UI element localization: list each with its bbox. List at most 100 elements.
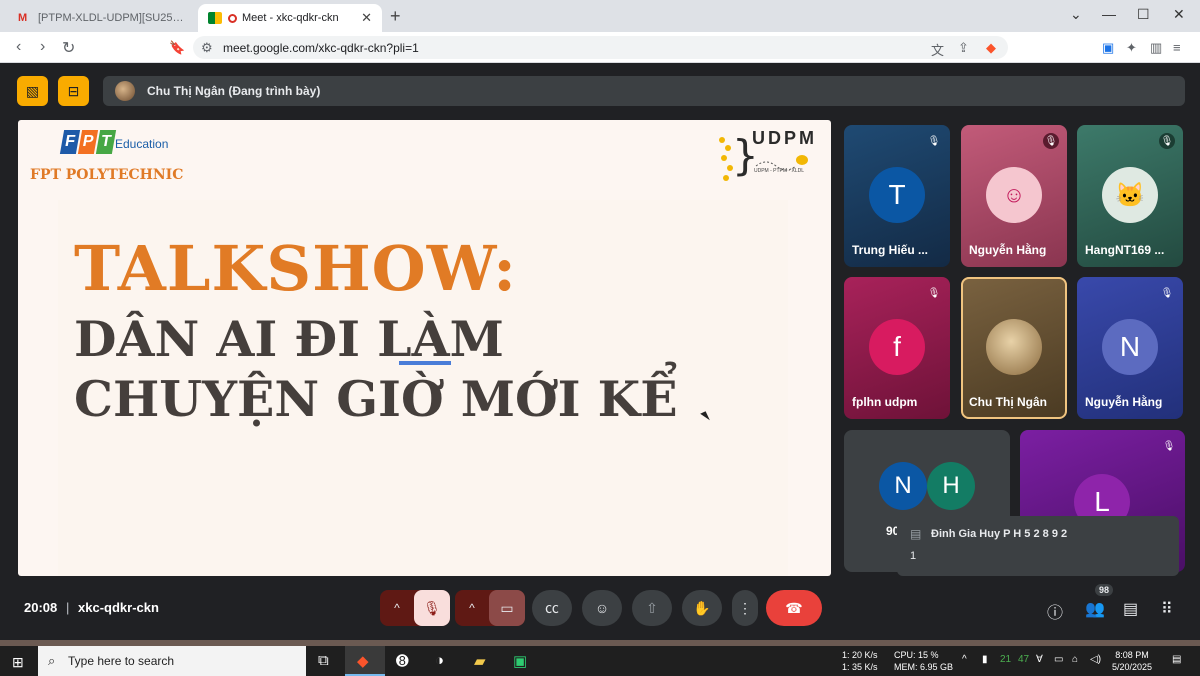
file-explorer-icon[interactable]: ▰ xyxy=(474,652,486,670)
back-icon[interactable]: ‹ xyxy=(16,38,21,56)
reload-icon[interactable]: ↻ xyxy=(62,38,75,58)
meet-icon xyxy=(208,12,222,24)
volume-icon[interactable]: ◁) xyxy=(1090,654,1101,665)
fpt-letter: T xyxy=(95,130,117,154)
net-download: 1: 35 K/s xyxy=(842,662,878,672)
share-icon[interactable]: ⇪ xyxy=(958,40,969,56)
taskbar-search[interactable]: ⌕ Type here to search xyxy=(38,646,306,676)
tab-meet[interactable]: Meet - xkc-qdkr-ckn ✕ xyxy=(198,4,382,32)
participant-name: Chu Thị Ngân xyxy=(969,395,1047,409)
leave-call-button[interactable]: ☎ xyxy=(766,590,822,626)
clock-app-icon[interactable]: ◑ xyxy=(435,652,444,669)
meeting-clock: 20:08 xyxy=(24,600,58,615)
camera-control-group: ^ ▭ xyxy=(455,590,525,626)
fpt-logo: F P T xyxy=(59,130,117,154)
notification-center-icon[interactable]: ▤ xyxy=(1172,654,1181,665)
camera-off-button[interactable]: ▭ xyxy=(489,590,525,626)
net-upload: 1: 20 K/s xyxy=(842,650,878,660)
task-view-icon[interactable]: ⧉ xyxy=(318,652,329,669)
system-clock[interactable]: 8:08 PM 5/20/2025 xyxy=(1112,649,1152,673)
muted-mic-icon: 🎙 xyxy=(1160,287,1174,299)
avatar: T xyxy=(869,167,925,223)
cat-icon: 🐱 xyxy=(1115,181,1145,209)
tab-title: Meet - xkc-qdkr-ckn xyxy=(242,12,339,24)
date: 5/20/2025 xyxy=(1112,662,1153,672)
presenter-avatar xyxy=(115,81,135,101)
people-icon[interactable]: 👥 xyxy=(1085,599,1105,619)
participant-tile[interactable]: 🎙 T Trung Hiếu ... xyxy=(844,125,950,267)
chat-message: 1 xyxy=(910,550,917,562)
emoji-reaction-button[interactable]: ☺ xyxy=(582,590,622,626)
tray-app-icon[interactable]: ▮ xyxy=(982,654,988,665)
meeting-info-icon[interactable]: ⓘ xyxy=(1047,599,1063,623)
slide-title-line3: CHUYỆN GIỜ MỚI KỂ xyxy=(74,370,678,428)
menu-icon[interactable]: ≡ xyxy=(1173,40,1181,55)
cpu-usage: CPU: 15 % xyxy=(894,650,939,660)
muted-mic-icon: 🎙 xyxy=(1043,133,1059,149)
more-options-button[interactable]: ⋮ xyxy=(732,590,758,626)
layout-icon[interactable]: ⊟ xyxy=(58,76,89,106)
tray-chevron-icon[interactable]: ^ xyxy=(962,654,967,665)
muted-mic-icon: 🎙 xyxy=(1159,133,1175,149)
app-8-icon[interactable]: ➑ xyxy=(396,652,409,670)
close-tab-icon[interactable]: ✕ xyxy=(361,10,372,26)
raise-hand-button[interactable]: ✋ xyxy=(682,590,722,626)
brave-shield-icon[interactable]: ◆ xyxy=(986,40,996,56)
muted-mic-icon: 🎙 xyxy=(1162,440,1176,452)
activities-icon[interactable]: ⠿ xyxy=(1161,599,1173,619)
chat-icon[interactable]: ▤ xyxy=(1123,599,1138,619)
bookmark-icon[interactable]: 🔖 xyxy=(169,40,185,56)
url-text: meet.google.com/xkc-qdkr-ckn?pli=1 xyxy=(223,40,419,55)
presenter-bar: Chu Thị Ngân (Đang trình bày) xyxy=(103,76,1185,106)
tab-search-icon[interactable]: ⌄ xyxy=(1070,6,1082,23)
mic-options-chevron-icon[interactable]: ^ xyxy=(380,601,414,615)
gmail-icon: M xyxy=(18,12,28,24)
minimize-button[interactable]: — xyxy=(1102,6,1116,22)
sidebar-icon[interactable]: ▥ xyxy=(1150,40,1162,56)
maximize-button[interactable]: ☐ xyxy=(1137,6,1150,23)
new-tab-button[interactable]: + xyxy=(390,6,401,27)
vpn-icon[interactable]: ∀ xyxy=(1036,654,1043,665)
tab-title: [PTPM-XLDL-UDPM][SU25]THƯ MỜI THAM DỰ xyxy=(38,12,186,24)
text-cursor-underline xyxy=(399,361,451,365)
site-settings-icon[interactable]: ⚙ xyxy=(201,40,213,56)
tray-temp: 21 xyxy=(1000,654,1012,665)
udpm-subtitle: UDPM - PTPM - XLDL xyxy=(754,168,805,174)
muted-mic-icon: 🎙 xyxy=(927,287,941,299)
tray-num: 47 xyxy=(1018,654,1030,665)
forward-icon[interactable]: › xyxy=(40,38,45,56)
divider: | xyxy=(66,600,70,615)
close-window-button[interactable]: ✕ xyxy=(1173,6,1185,23)
extensions-puzzle-icon[interactable]: ✦ xyxy=(1126,40,1137,56)
tab-gmail[interactable]: M [PTPM-XLDL-UDPM][SU25]THƯ MỜI THAM DỰ xyxy=(8,4,196,32)
stop-presentation-icon[interactable]: ▧ xyxy=(17,76,48,106)
participant-tile[interactable]: 🎙 ☺ Nguyễn Hằng xyxy=(961,125,1067,267)
camera-options-chevron-icon[interactable]: ^ xyxy=(455,601,489,615)
participant-tile[interactable]: 🎙 N Nguyễn Hằng xyxy=(1077,277,1183,419)
participant-name: Nguyễn Hằng xyxy=(1085,395,1163,409)
participant-tile-active-speaker[interactable]: Chu Thị Ngân xyxy=(961,277,1067,419)
present-screen-button[interactable]: ⇧ xyxy=(632,590,672,626)
chat-sender: Đinh Gia Huy P H 5 2 8 9 2 xyxy=(931,528,1068,540)
polytechnic-label: FPT POLYTECHNIC xyxy=(30,167,184,183)
participant-tile[interactable]: 🎙 f fplhn udpm xyxy=(844,277,950,419)
address-bar[interactable]: meet.google.com/xkc-qdkr-ckn?pli=1 xyxy=(193,36,1008,59)
windows-start-icon[interactable]: ⊞ xyxy=(12,654,24,671)
translate-icon[interactable]: 文 xyxy=(931,40,944,59)
time: 8:08 PM xyxy=(1115,650,1149,660)
captions-button[interactable]: ㏄ xyxy=(532,590,572,626)
brave-browser-icon[interactable]: ◆ xyxy=(357,652,369,670)
avatar: 🐱 xyxy=(1102,167,1158,223)
system-stats: CPU: 15 % MEM: 6.95 GB xyxy=(894,649,953,673)
terminal-app-icon[interactable]: ▣ xyxy=(513,652,527,670)
participant-tile[interactable]: 🎙 🐱 HangNT169 ... xyxy=(1077,125,1183,267)
presentation-slide: F P T Education FPT POLYTECHNIC } UDPM U… xyxy=(18,120,831,576)
memory-usage: MEM: 6.95 GB xyxy=(894,662,954,672)
browser-toolbar: ‹ › ↻ 🔖 meet.google.com/xkc-qdkr-ckn?pli… xyxy=(0,32,1200,63)
battery-icon[interactable]: ▭ xyxy=(1054,654,1063,665)
chat-notification[interactable]: ▤ Đinh Gia Huy P H 5 2 8 9 2 1 xyxy=(897,516,1179,576)
fpt-letter: P xyxy=(77,130,99,154)
network-icon[interactable]: ⌂ xyxy=(1072,654,1078,665)
extension-icon[interactable]: ▣ xyxy=(1102,40,1114,56)
mic-off-button[interactable]: 🎙 xyxy=(414,590,450,626)
